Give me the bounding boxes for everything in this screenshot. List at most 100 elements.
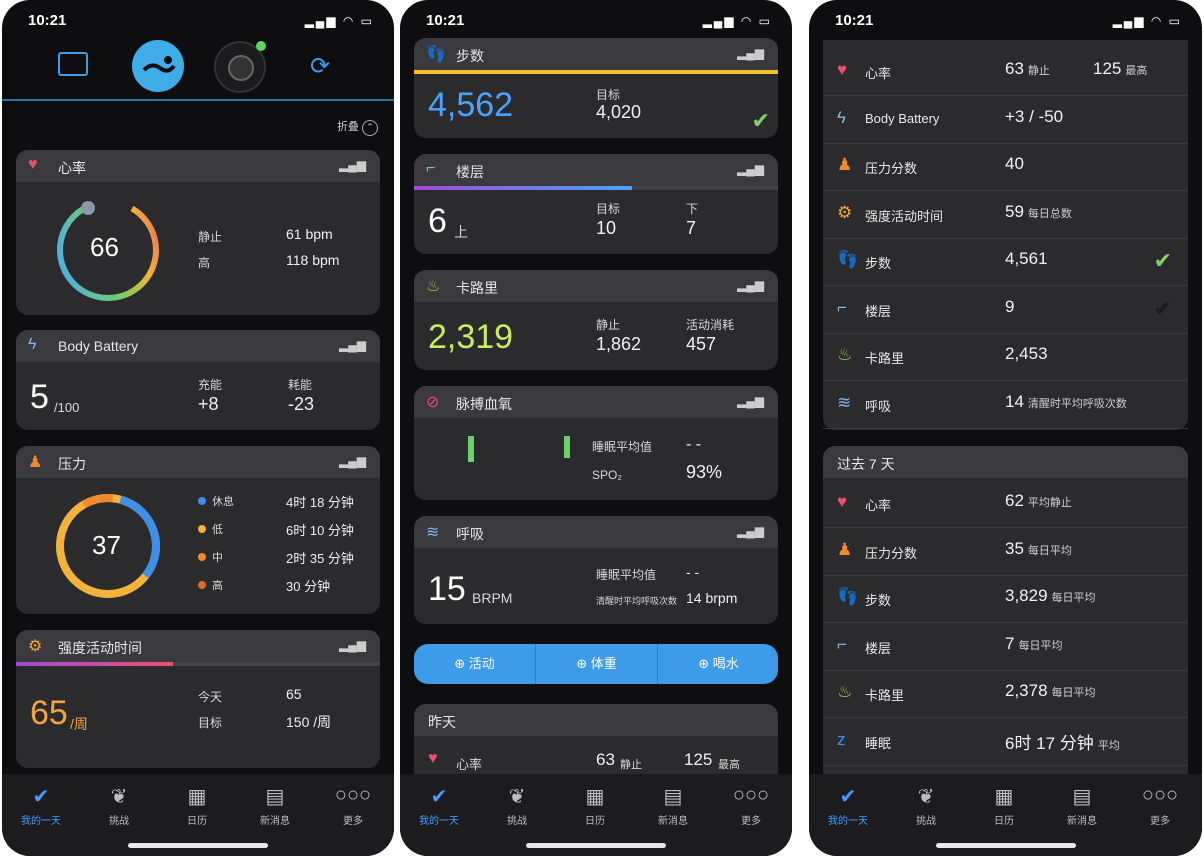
news-icon: ▤ xyxy=(663,786,683,808)
heart-icon: ♥ xyxy=(837,60,848,79)
row-label: 睡眠 xyxy=(865,735,892,751)
add-water-button[interactable]: ⊕ 喝水 xyxy=(658,644,779,684)
check-icon: ✔ xyxy=(430,786,448,808)
floors-value: 6 xyxy=(428,202,447,240)
check-icon: ✔ xyxy=(32,786,50,808)
plus-circle-icon: ⊕ xyxy=(576,656,588,671)
floors-progress xyxy=(414,186,778,190)
heart-rate-card[interactable]: ♥ 心率 ▂▄▆ 66 静止 61 bpm 高 118 bpm xyxy=(16,150,380,315)
summary-row[interactable]: ♨ 卡路里 2,378 每日平均 xyxy=(823,670,1188,718)
watch-device-icon[interactable] xyxy=(214,41,266,93)
summary-row[interactable]: z 睡眠 6时 17 分钟 平均 xyxy=(823,718,1188,766)
status-icons: ▂▄▆ ◠ ▭ xyxy=(304,14,374,28)
summary-row[interactable]: ♥ 心率 63 静止 125 最高 xyxy=(823,48,1188,96)
home-indicator xyxy=(935,843,1076,848)
summary-row[interactable]: ⚙ 强度活动时间 59 每日总数 xyxy=(823,191,1188,239)
summary-row[interactable]: 👣 步数 4,561 ✔ xyxy=(823,238,1188,286)
row-value: 7 每日平均 xyxy=(1005,633,1063,653)
battery-icon: ϟ xyxy=(837,107,846,127)
stress-level-row: 休息 4时 18 分钟 xyxy=(198,492,378,512)
intensity-minutes-card[interactable]: ⚙ 强度活动时间 ▂▄▆ 65 /周 今天 65 目标 150 /周 xyxy=(16,630,380,768)
status-time: 10:21 xyxy=(28,12,67,29)
sleep-icon: z xyxy=(837,729,846,749)
body-battery-card[interactable]: ϟ Body Battery ▂▄▆ 5 /100 充能 +8 耗能 -23 xyxy=(16,330,380,430)
chart-icon[interactable]: ▂▄▆ xyxy=(737,46,764,60)
tab-challenges[interactable]: ❦ 挑战 xyxy=(891,784,961,827)
summary-row[interactable]: ♨ 卡路里 2,453 xyxy=(823,333,1188,381)
chart-icon[interactable]: ▂▄▆ xyxy=(339,158,366,172)
row-value: 35 每日平均 xyxy=(1005,538,1072,558)
floors-card[interactable]: ⌐ 楼层 ▂▄▆ 6 上 目标 10 下 7 xyxy=(414,154,778,254)
add-activity-button[interactable]: ⊕ 活动 xyxy=(414,644,535,684)
level-dot xyxy=(198,581,206,589)
summary-row[interactable]: 👣 步数 3,829 每日平均 xyxy=(823,575,1188,623)
laurel-icon: ❦ xyxy=(110,786,128,808)
tab-calendar[interactable]: ▦ 日历 xyxy=(560,784,630,827)
home-indicator xyxy=(526,843,666,848)
tab-my-day[interactable]: ✔ 我的一天 xyxy=(6,784,76,827)
steps-icon: 👣 xyxy=(837,250,859,269)
tab-my-day[interactable]: ✔ 我的一天 xyxy=(813,784,883,827)
tab-news[interactable]: ▤ 新消息 xyxy=(638,784,708,827)
battery-icon: ϟ xyxy=(28,336,37,353)
phone-my-day: 10:21 ▂▄▆ ◠ ▭ ⟳ 折叠 ⌃ ♥ 心率 ▂▄▆ 66 静止 61 bpm… xyxy=(2,0,394,856)
tab-calendar[interactable]: ▦ 日历 xyxy=(162,784,232,827)
chart-icon[interactable]: ▂▄▆ xyxy=(737,394,764,408)
heart-icon: ♥ xyxy=(428,750,438,767)
check-icon: ✔ xyxy=(839,786,857,808)
chart-icon[interactable]: ▂▄▆ xyxy=(339,638,366,652)
floors-icon: ⌐ xyxy=(837,297,847,317)
summary-row[interactable]: ♟ 压力分数 35 每日平均 xyxy=(823,528,1188,576)
row-value: 3,829 每日平均 xyxy=(1005,586,1096,605)
respiration-card[interactable]: ≋ 呼吸 ▂▄▆ 15 BRPM 睡眠平均值 - - 清醒时平均呼吸次数 14 br… xyxy=(414,516,778,624)
summary-row[interactable]: ♥ 心率 62 平均静止 xyxy=(823,480,1188,528)
stress-card[interactable]: ♟ 压力 ▂▄▆ 37 休息 4时 18 分钟低 6时 10 分钟中 2时 35 分钟高 3… xyxy=(16,446,380,614)
tab-more[interactable]: ○○○ 更多 xyxy=(716,784,786,827)
chart-icon[interactable]: ▂▄▆ xyxy=(737,524,764,538)
sync-icon[interactable]: ⟳ xyxy=(310,52,330,81)
tab-more[interactable]: ○○○ 更多 xyxy=(318,784,388,827)
steps-card[interactable]: 👣 步数 ▂▄▆ 4,562 目标 4,020 ✔ xyxy=(414,38,778,138)
summary-row[interactable]: ♟ 压力分数 40 xyxy=(823,143,1188,191)
person-icon: ♟ xyxy=(28,454,43,471)
tab-news[interactable]: ▤ 新消息 xyxy=(1047,784,1117,827)
add-weight-button[interactable]: ⊕ 体重 xyxy=(536,644,657,684)
row-value: 62 平均静止 xyxy=(1005,491,1072,510)
summary-row[interactable]: ⌐ 楼层 7 每日平均 xyxy=(823,623,1188,671)
news-icon: ▤ xyxy=(265,786,285,808)
swim-activity-button[interactable] xyxy=(132,40,184,92)
yesterday-card[interactable]: 昨天 ♥ 心率 63 静止 125 最高 xyxy=(414,704,778,784)
tab-my-day[interactable]: ✔ 我的一天 xyxy=(404,784,474,827)
summary-row[interactable]: ϟ Body Battery +3 / -50 xyxy=(823,96,1188,144)
check-icon: ✔ xyxy=(1153,248,1172,273)
news-icon: ▤ xyxy=(1072,786,1092,808)
inbox-icon[interactable] xyxy=(58,52,88,76)
top-toolbar: ⟳ xyxy=(2,38,394,98)
summary-row[interactable]: ⌐ 楼层 9 ✔ xyxy=(823,286,1188,334)
tab-more[interactable]: ○○○ 更多 xyxy=(1125,784,1195,827)
chart-icon[interactable]: ▂▄▆ xyxy=(737,162,764,176)
flame-icon: ♨ xyxy=(426,278,441,295)
pulse-ox-card[interactable]: ⊘ 脉搏血氧 ▂▄▆ 睡眠平均值 - - SPO₂ 93% xyxy=(414,386,778,500)
spo2-bar xyxy=(564,436,570,458)
tab-challenges[interactable]: ❦ 挑战 xyxy=(482,784,552,827)
calories-card[interactable]: ♨ 卡路里 ▂▄▆ 2,319 静止 1,862 活动消耗 457 xyxy=(414,270,778,370)
status-icons: ▂▄▆ ◠ ▭ xyxy=(1112,14,1182,28)
row-value: 2,378 每日平均 xyxy=(1005,681,1096,700)
tab-challenges[interactable]: ❦ 挑战 xyxy=(84,784,154,827)
chart-icon[interactable]: ▂▄▆ xyxy=(737,278,764,292)
steps-icon: 👣 xyxy=(837,587,859,606)
level-label: 休息 xyxy=(212,496,234,508)
tab-calendar[interactable]: ▦ 日历 xyxy=(969,784,1039,827)
tab-news[interactable]: ▤ 新消息 xyxy=(240,784,310,827)
collapse-toggle[interactable]: 折叠 ⌃ xyxy=(337,118,378,136)
level-value: 30 分钟 xyxy=(286,579,331,594)
chart-icon[interactable]: ▂▄▆ xyxy=(339,338,366,352)
summary-row[interactable]: ≋ 呼吸 14 清醒时平均呼吸次数 xyxy=(823,381,1188,429)
phone-my-day-scrolled: 10:21 ▂▄▆ ◠ ▭ 👣 步数 ▂▄▆ 4,562 目标 4,020 ✔ ⌐ 楼… xyxy=(400,0,792,856)
check-icon: ✔ xyxy=(1153,295,1172,321)
plus-circle-icon: ⊕ xyxy=(698,656,710,671)
toolbar-divider xyxy=(2,99,394,101)
intensity-icon: ⚙ xyxy=(28,638,43,655)
chart-icon[interactable]: ▂▄▆ xyxy=(339,454,366,468)
